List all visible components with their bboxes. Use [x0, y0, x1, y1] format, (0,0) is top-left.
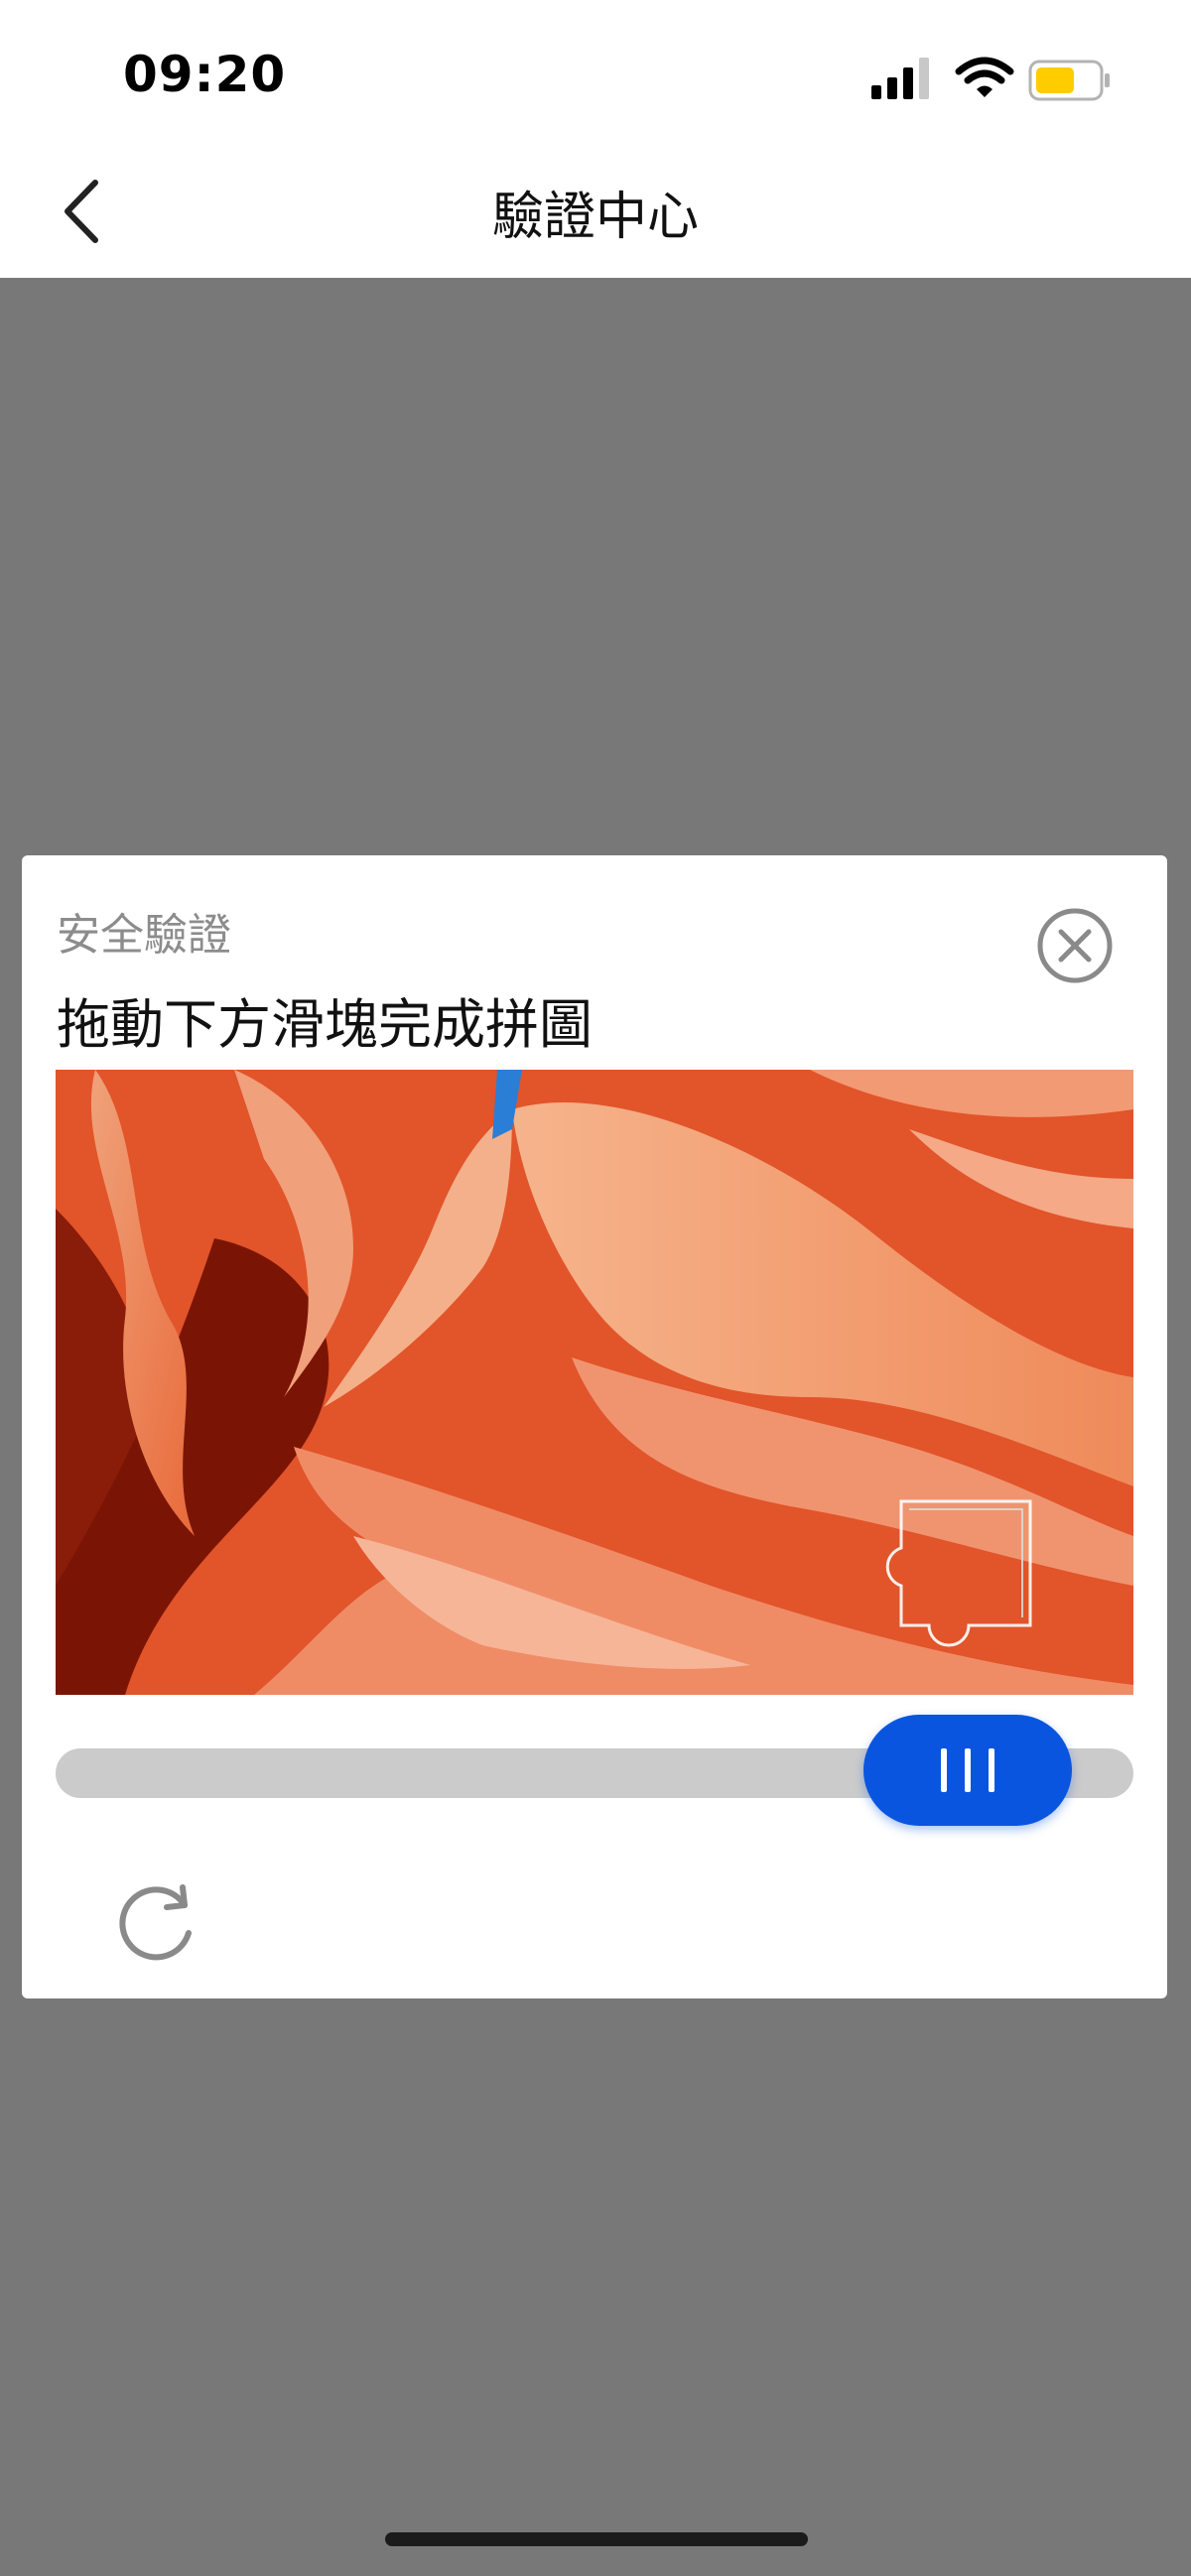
page-title: 驗證中心 — [491, 188, 699, 247]
grip-lines-icon — [989, 1748, 994, 1792]
wifi-icon — [955, 57, 1014, 97]
captcha-subtitle: 安全驗證 — [57, 910, 231, 961]
close-icon[interactable] — [1036, 907, 1114, 984]
grip-lines-icon — [941, 1748, 947, 1792]
slider-handle[interactable] — [863, 1715, 1072, 1826]
home-indicator — [385, 2532, 808, 2546]
captcha-dialog: 安全驗證 拖動下方滑塊完成拼圖 — [22, 855, 1167, 1998]
captcha-image — [56, 1070, 1133, 1695]
cellular-signal-icon — [871, 58, 929, 99]
grip-lines-icon — [965, 1748, 971, 1792]
refresh-icon[interactable] — [113, 1875, 202, 1965]
status-time: 09:20 — [123, 46, 287, 103]
battery-icon — [1028, 60, 1110, 101]
captcha-instruction: 拖動下方滑塊完成拼圖 — [57, 993, 593, 1056]
top-bar: 09:20 驗證中心 — [0, 0, 1191, 278]
